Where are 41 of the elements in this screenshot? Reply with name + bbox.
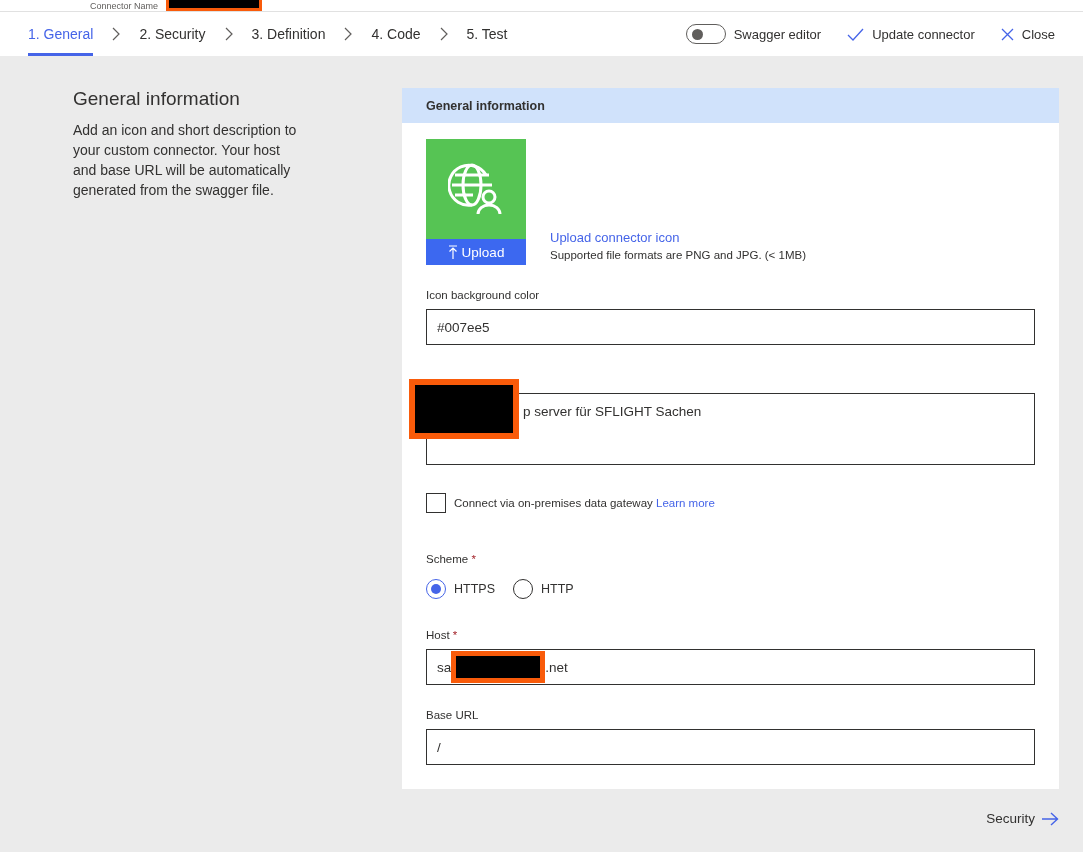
toggle-switch[interactable]: [685, 24, 726, 44]
next-security-button[interactable]: Security: [986, 811, 1059, 826]
radio-button[interactable]: [426, 579, 446, 599]
step-tab[interactable]: 1. General: [28, 12, 94, 56]
chevron-right-icon: [439, 27, 448, 41]
input-field[interactable]: #007ee5: [426, 309, 1035, 345]
field-label: Scheme *: [426, 553, 477, 565]
checkmark-icon: [847, 27, 865, 41]
checkbox[interactable]: [426, 493, 446, 513]
gateway-label: Connect via on-premises data gateway Learn more: [454, 497, 715, 509]
step-tab[interactable]: 4. Code: [371, 12, 421, 56]
radio-label: HTTP: [541, 582, 574, 596]
file-format-hint: Supported file formats are PNG and JPG. (< 1MB): [550, 249, 806, 261]
section-title: General information: [73, 88, 241, 110]
close-button[interactable]: Close: [1000, 26, 1055, 42]
step-tab[interactable]: 3. Definition: [251, 12, 326, 56]
chevron-right-icon: [112, 27, 121, 41]
step-tab[interactable]: 2. Security: [139, 12, 206, 56]
chevron-right-icon: [224, 27, 233, 41]
step-tab[interactable]: 5. Test: [466, 12, 508, 56]
close-icon: [1000, 27, 1014, 41]
connector-name-label: Connector Name: [90, 1, 159, 11]
update-connector-button[interactable]: Update connector: [847, 26, 975, 42]
field-label: Host *: [426, 629, 459, 641]
globe-user-icon: [448, 161, 504, 217]
upload-button[interactable]: Upload: [426, 239, 526, 265]
radio-button[interactable]: [513, 579, 533, 599]
section-description: Add an icon and short description to your custom connector. Your host and base URL will be automatically generated from the swagger file.: [73, 121, 298, 200]
learn-more-link[interactable]: Learn more: [656, 497, 715, 509]
card-header: General information: [402, 88, 1059, 123]
chevron-right-icon: [344, 27, 353, 41]
arrow-right-icon: [1041, 811, 1059, 826]
toggle-label: Swagger editor: [733, 26, 822, 42]
upload-icon: [447, 245, 458, 259]
input-field[interactable]: sa .net: [426, 649, 1035, 685]
upload-connector-icon-link[interactable]: Upload connector icon: [550, 230, 806, 245]
field-label: Base URL: [426, 709, 480, 721]
radio-label: HTTPS: [454, 582, 495, 596]
field-label: Icon background color: [426, 289, 541, 301]
input-field[interactable]: /: [426, 729, 1035, 765]
description-textarea[interactable]: p server für SFLIGHT Sachen: [426, 393, 1035, 465]
